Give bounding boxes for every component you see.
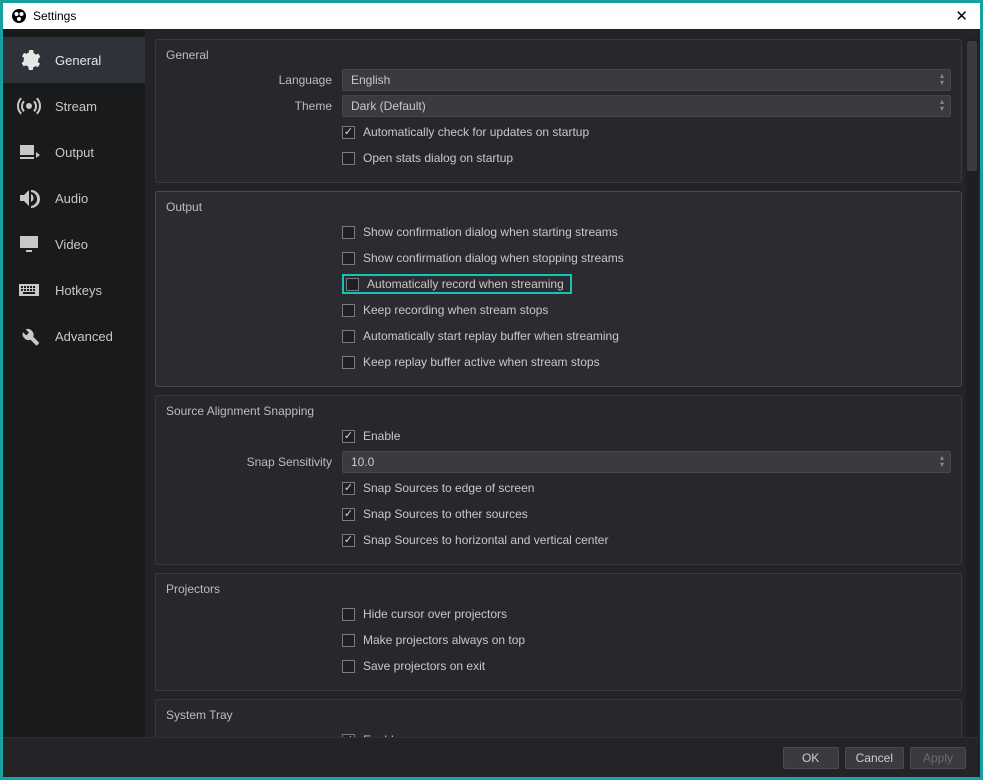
hide-cursor-label: Hide cursor over projectors <box>363 607 507 621</box>
group-general: General Language English ▴▾ Theme <box>155 39 962 183</box>
output-icon <box>17 140 41 164</box>
snap-sensitivity-input[interactable]: 10.0 ▴▾ <box>342 451 951 473</box>
group-output: Output Show confirmation dialog when sta… <box>155 191 962 387</box>
language-label: Language <box>166 73 342 87</box>
settings-scroll: General Language English ▴▾ Theme <box>155 39 966 737</box>
scrollbar[interactable] <box>966 39 978 737</box>
app-icon <box>11 8 27 24</box>
sidebar-item-audio[interactable]: Audio <box>3 175 145 221</box>
snap-other-label: Snap Sources to other sources <box>363 507 528 521</box>
group-title: General <box>166 48 951 62</box>
speaker-icon <box>17 186 41 210</box>
snap-center-label: Snap Sources to horizontal and vertical … <box>363 533 608 547</box>
keep-replay-label: Keep replay buffer active when stream st… <box>363 355 600 369</box>
auto-replay-checkbox[interactable] <box>342 330 355 343</box>
sidebar-item-label: Video <box>55 237 88 252</box>
sidebar-item-label: Stream <box>55 99 97 114</box>
gear-icon <box>17 48 41 72</box>
titlebar: Settings ✕ <box>3 3 980 29</box>
window-title: Settings <box>33 9 76 23</box>
confirm-stop-label: Show confirmation dialog when stopping s… <box>363 251 624 265</box>
snap-sensitivity-label: Snap Sensitivity <box>166 455 342 469</box>
main-panel: General Language English ▴▾ Theme <box>145 29 980 737</box>
updown-icon: ▴▾ <box>940 98 944 112</box>
hide-cursor-checkbox[interactable] <box>342 608 355 621</box>
sidebar-item-label: Advanced <box>55 329 113 344</box>
confirm-start-checkbox[interactable] <box>342 226 355 239</box>
group-title: Projectors <box>166 582 951 596</box>
snap-center-checkbox[interactable] <box>342 534 355 547</box>
snap-edge-label: Snap Sources to edge of screen <box>363 481 534 495</box>
monitor-icon <box>17 232 41 256</box>
sidebar: General Stream Output Audio <box>3 29 145 737</box>
sidebar-item-label: Audio <box>55 191 88 206</box>
theme-select[interactable]: Dark (Default) ▴▾ <box>342 95 951 117</box>
language-select[interactable]: English ▴▾ <box>342 69 951 91</box>
group-title: Output <box>166 200 951 214</box>
sidebar-item-stream[interactable]: Stream <box>3 83 145 129</box>
auto-record-label: Automatically record when streaming <box>367 277 564 291</box>
keep-recording-checkbox[interactable] <box>342 304 355 317</box>
updown-icon: ▴▾ <box>940 454 944 468</box>
keep-recording-label: Keep recording when stream stops <box>363 303 548 317</box>
group-projectors: Projectors Hide cursor over projectors M… <box>155 573 962 691</box>
sidebar-item-label: General <box>55 53 101 68</box>
group-title: Source Alignment Snapping <box>166 404 951 418</box>
confirm-start-label: Show confirmation dialog when starting s… <box>363 225 618 239</box>
confirm-stop-checkbox[interactable] <box>342 252 355 265</box>
open-stats-checkbox[interactable] <box>342 152 355 165</box>
content-area: General Stream Output Audio <box>3 29 980 737</box>
tools-icon <box>17 324 41 348</box>
keyboard-icon <box>17 278 41 302</box>
footer: OK Cancel Apply <box>3 737 980 777</box>
settings-window: Settings ✕ General Stream Output <box>3 3 980 777</box>
sidebar-item-output[interactable]: Output <box>3 129 145 175</box>
save-exit-checkbox[interactable] <box>342 660 355 673</box>
apply-button[interactable]: Apply <box>910 747 966 769</box>
always-top-label: Make projectors always on top <box>363 633 525 647</box>
sidebar-item-video[interactable]: Video <box>3 221 145 267</box>
sidebar-item-general[interactable]: General <box>3 37 145 83</box>
scrollbar-thumb[interactable] <box>967 41 977 171</box>
check-updates-label: Automatically check for updates on start… <box>363 125 589 139</box>
always-top-checkbox[interactable] <box>342 634 355 647</box>
snap-edge-checkbox[interactable] <box>342 482 355 495</box>
sidebar-item-advanced[interactable]: Advanced <box>3 313 145 359</box>
group-snapping: Source Alignment Snapping Enable Snap Se… <box>155 395 962 565</box>
snap-enable-checkbox[interactable] <box>342 430 355 443</box>
antenna-icon <box>17 94 41 118</box>
auto-replay-label: Automatically start replay buffer when s… <box>363 329 619 343</box>
close-icon[interactable]: ✕ <box>951 7 972 25</box>
auto-record-highlight: Automatically record when streaming <box>342 274 572 294</box>
group-systray: System Tray Enable Minimize to system tr… <box>155 699 962 737</box>
group-title: System Tray <box>166 708 951 722</box>
sidebar-item-label: Hotkeys <box>55 283 102 298</box>
auto-record-checkbox[interactable] <box>346 278 359 291</box>
ok-button[interactable]: OK <box>783 747 839 769</box>
check-updates-checkbox[interactable] <box>342 126 355 139</box>
keep-replay-checkbox[interactable] <box>342 356 355 369</box>
save-exit-label: Save projectors on exit <box>363 659 485 673</box>
open-stats-label: Open stats dialog on startup <box>363 151 513 165</box>
sidebar-item-hotkeys[interactable]: Hotkeys <box>3 267 145 313</box>
snap-enable-label: Enable <box>363 429 400 443</box>
updown-icon: ▴▾ <box>940 72 944 86</box>
sidebar-item-label: Output <box>55 145 94 160</box>
cancel-button[interactable]: Cancel <box>845 747 904 769</box>
theme-label: Theme <box>166 99 342 113</box>
snap-other-checkbox[interactable] <box>342 508 355 521</box>
